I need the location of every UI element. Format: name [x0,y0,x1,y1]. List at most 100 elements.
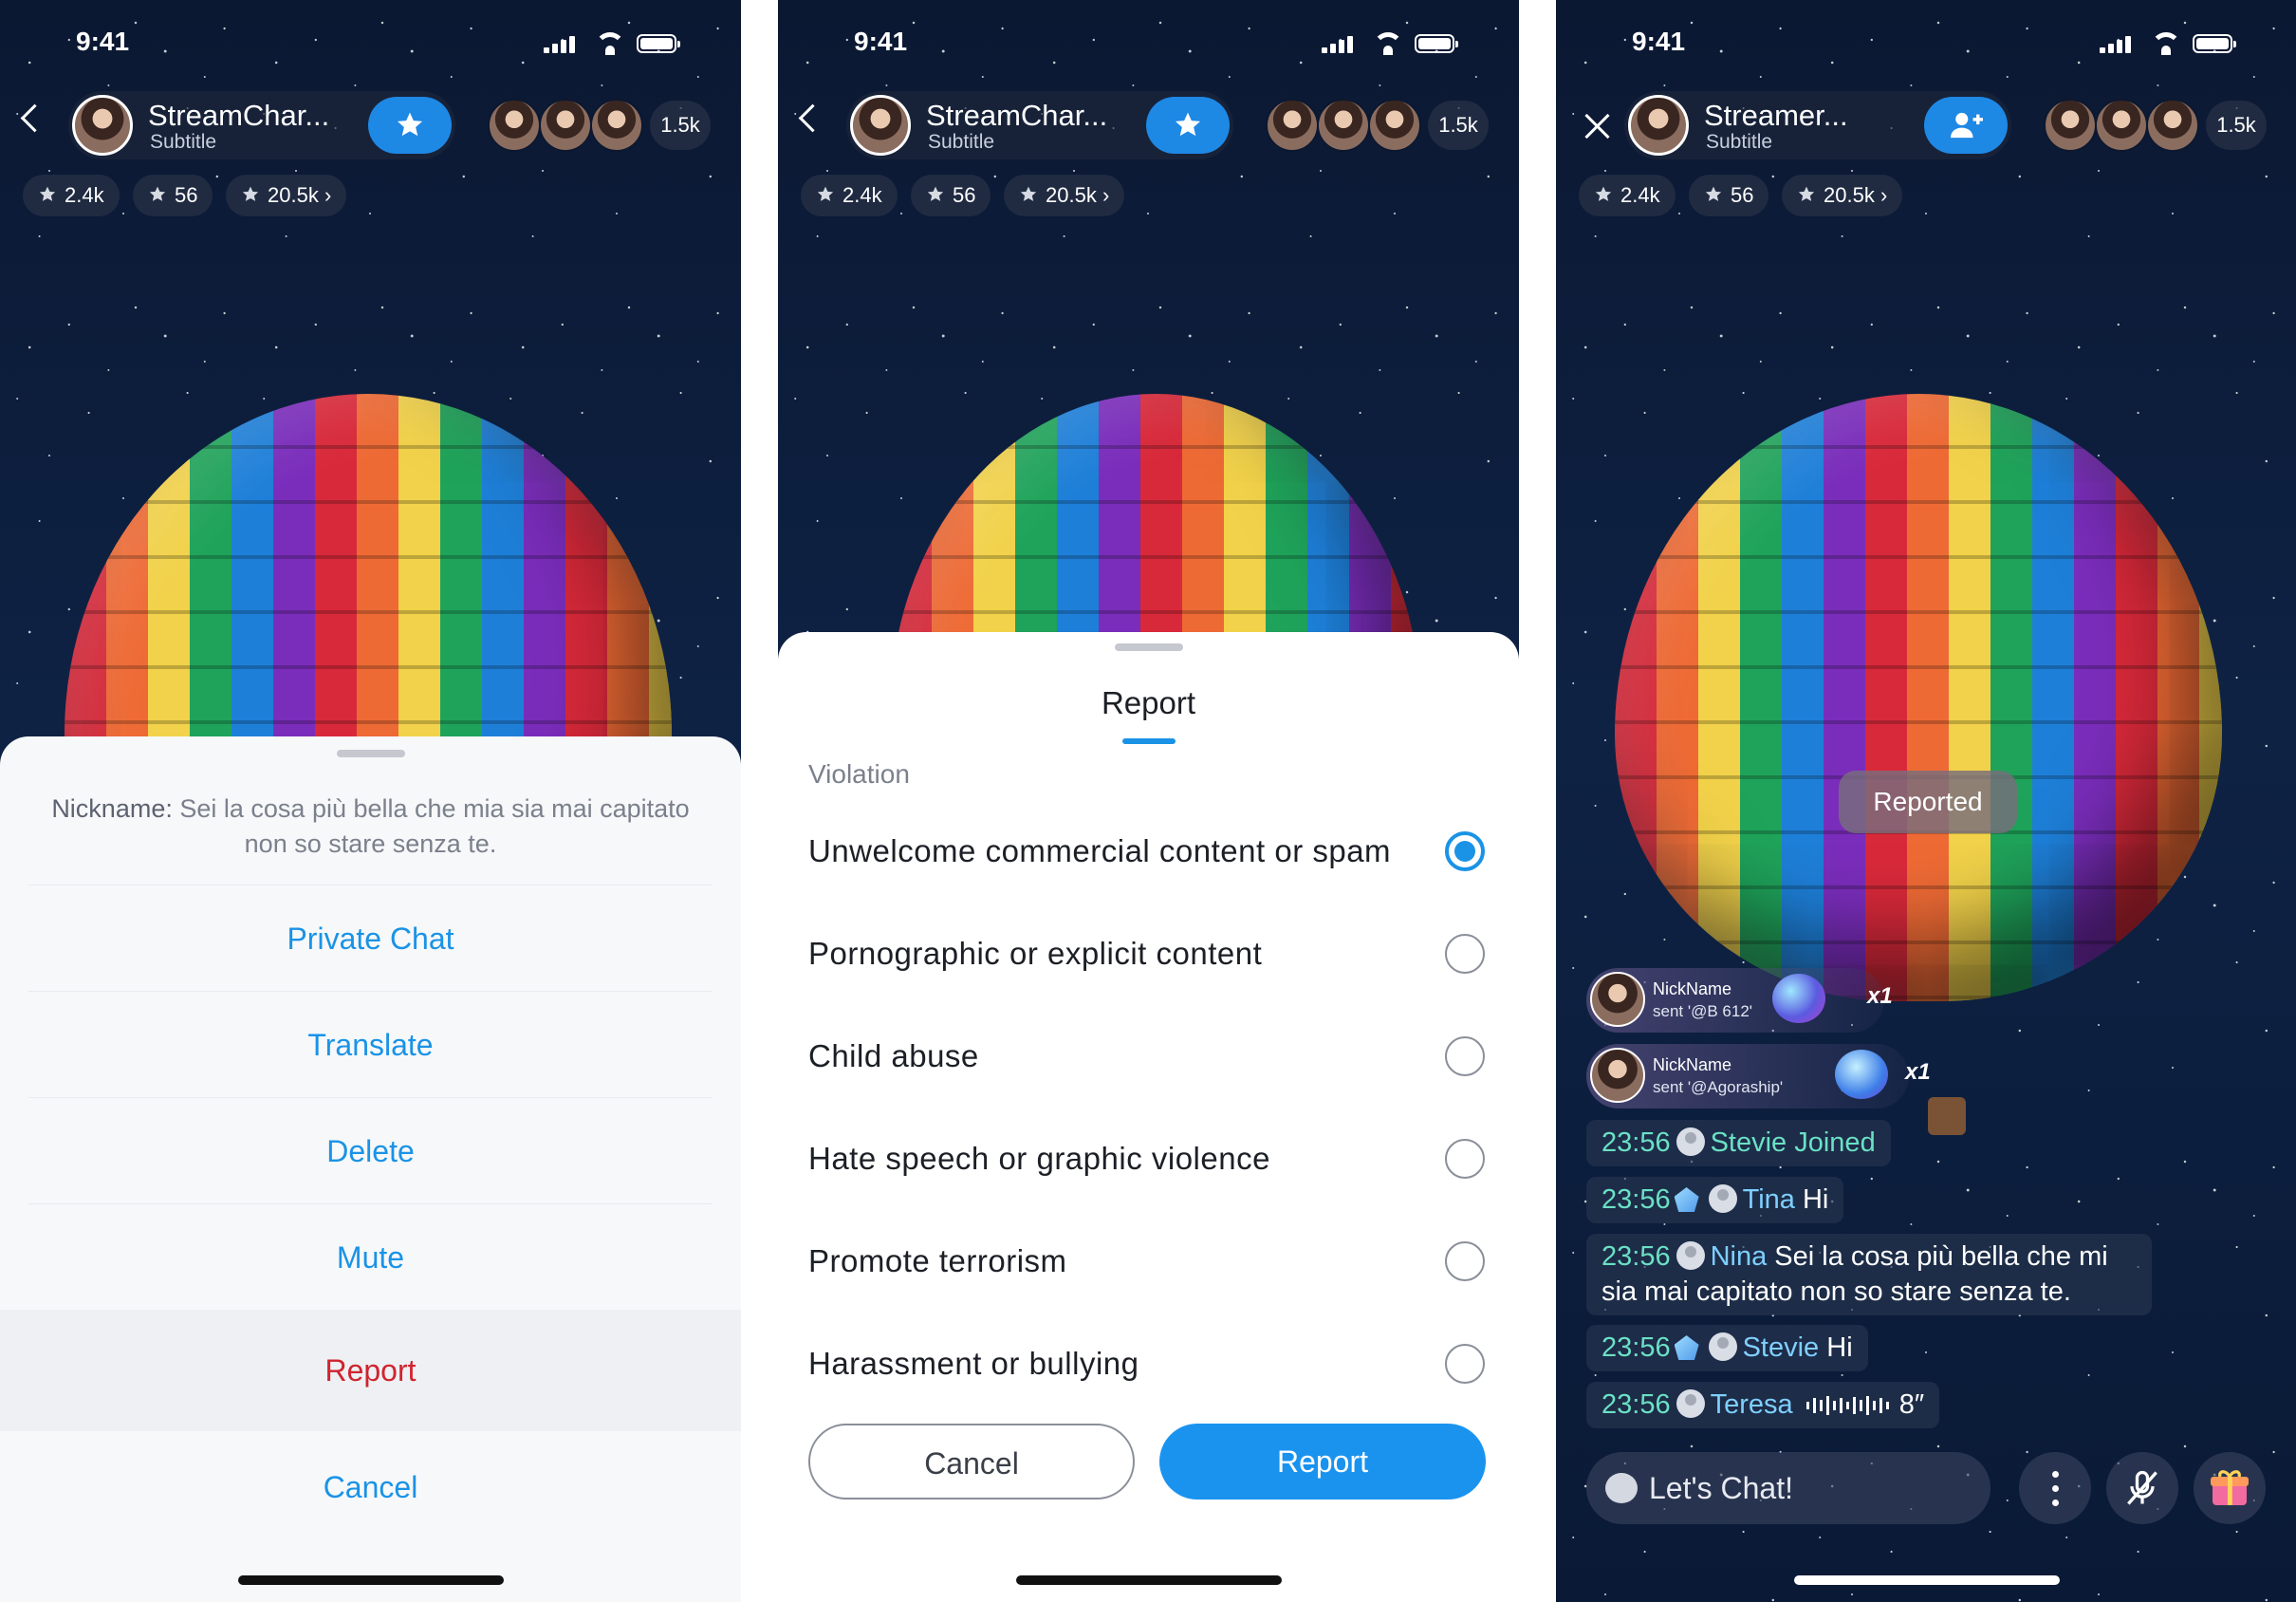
viewer-avatar [539,99,592,152]
follow-button[interactable] [368,97,452,154]
delete-button[interactable]: Delete [28,1097,713,1204]
viewer-count[interactable]: 1.5k [2206,101,2267,150]
viewer-count[interactable]: 1.5k [1428,101,1489,150]
viewer-avatar [2095,99,2148,152]
private-chat-button[interactable]: Private Chat [28,885,713,992]
stat-value: 56 [953,183,976,207]
gift-banner: NickName sent '@Agoraship' x1 [1586,1044,1931,1108]
host-name: Streamer... [1704,99,1848,132]
stat-pill: 56 [1689,175,1769,216]
viewer-avatar [2044,99,2097,152]
user-avatar-icon [1708,1184,1737,1213]
stat-pill: 2.4k [801,175,898,216]
cancel-button[interactable]: Cancel [808,1424,1135,1500]
chat-placeholder: Let's Chat! [1649,1471,1793,1505]
quote-text: Sei la cosa più bella che mia sia mai ca… [179,794,690,858]
home-indicator [237,1575,504,1585]
stat-pill: 2.4k [23,175,120,216]
voice-waveform-icon [1805,1396,1889,1415]
message-time: 23:56 [1602,1389,1671,1420]
host-subtitle: Subtitle [928,131,995,153]
mic-off-icon [2127,1470,2157,1505]
host-card[interactable]: StreamChar... Subtitle [68,91,455,159]
balloon-basket-image [1928,1097,1966,1135]
submit-report-button[interactable]: Report [1159,1424,1486,1500]
stat-value: 2.4k [1620,183,1660,207]
chat-message[interactable]: 23:56 Stevie Joined [1586,1120,1891,1166]
rocket-gift-icon [1835,1050,1888,1099]
report-option[interactable]: Harassment or bullying [808,1321,1485,1406]
stat-pill[interactable]: 20.5k › [226,175,347,216]
sheet-grabber[interactable] [336,750,405,757]
battery-icon [637,34,680,53]
viewer-avatars[interactable] [2044,99,2199,152]
voice-message[interactable]: 23:56 Teresa 8″ [1586,1382,1940,1428]
close-icon[interactable] [1583,112,1611,140]
hot-air-balloon-image [1615,394,2222,1001]
more-options-button[interactable] [2019,1452,2091,1524]
message-time: 23:56 [1602,1332,1671,1363]
translate-button[interactable]: Translate [28,991,713,1098]
wifi-icon [2151,32,2181,55]
host-card[interactable]: Streamer... Subtitle [1624,91,2011,159]
add-friend-button[interactable] [1924,97,2008,154]
battery-icon [2193,34,2236,53]
radio-selected-icon[interactable] [1445,831,1485,871]
phone-report-sheet: 9:41 StreamChar... Subtitle 1.5k 2.4k 56… [778,0,1519,1602]
stat-value: 20.5k [1824,183,1875,207]
viewer-avatars[interactable] [488,99,643,152]
message-sender: Tina [1742,1184,1795,1215]
chat-bubble-icon [1605,1473,1638,1503]
message-time: 23:56 [1602,1184,1671,1215]
report-option[interactable]: Promote terrorism [808,1219,1485,1304]
mic-muted-button[interactable] [2106,1452,2178,1524]
status-time: 9:41 [854,27,908,56]
chat-message[interactable]: 23:56 Stevie Hi [1586,1325,1868,1371]
report-button[interactable]: Report [0,1310,741,1431]
star-icon [817,186,834,201]
follow-button[interactable] [1146,97,1230,154]
star-icon [1705,186,1722,201]
radio-icon[interactable] [1445,1139,1485,1179]
radio-icon[interactable] [1445,1036,1485,1076]
stat-pill: 56 [133,175,213,216]
star-icon [927,186,944,201]
gift-button[interactable] [2194,1452,2266,1524]
dot [2052,1485,2059,1492]
host-card[interactable]: StreamChar... Subtitle [846,91,1233,159]
cancel-button[interactable]: Cancel [28,1431,713,1543]
level-badge-icon [1674,1187,1699,1212]
radio-icon[interactable] [1445,934,1485,974]
report-option[interactable]: Pornographic or explicit content [808,911,1485,997]
report-option[interactable]: Unwelcome commercial content or spam [808,809,1485,894]
user-avatar-icon [1676,1389,1705,1418]
radio-icon[interactable] [1445,1241,1485,1281]
host-avatar [850,95,911,156]
stat-pill[interactable]: 20.5k › [1782,175,1903,216]
gift-multiplier: x1 [1867,983,1893,1009]
viewer-avatars[interactable] [1266,99,1421,152]
chat-message[interactable]: 23:56 Tina Hi [1586,1177,1844,1223]
report-option[interactable]: Hate speech or graphic violence [808,1116,1485,1202]
chat-message[interactable]: 23:56 Nina Sei la cosa più bella che mi si… [1586,1234,2152,1315]
stat-pill[interactable]: 20.5k › [1004,175,1125,216]
status-time: 9:41 [1632,27,1686,56]
chat-input[interactable]: Let's Chat! [1586,1452,1990,1524]
gift-banner: NickName sent '@B 612' x1 [1586,968,1893,1033]
home-indicator [1793,1575,2060,1585]
host-name: StreamChar... [926,99,1108,132]
viewer-count[interactable]: 1.5k [650,101,711,150]
report-option[interactable]: Child abuse [808,1014,1485,1099]
gift-sent-text: sent '@B 612' [1653,1002,1753,1020]
star-icon [397,112,423,137]
host-avatar [1628,95,1689,156]
message-sender: Teresa [1710,1389,1793,1420]
radio-icon[interactable] [1445,1344,1485,1384]
quote-nickname: Nickname: [51,794,173,823]
sheet-grabber[interactable] [1114,643,1183,651]
option-label: Hate speech or graphic violence [808,1141,1270,1176]
host-name: StreamChar... [148,99,330,132]
message-sender: Stevie [1742,1332,1820,1363]
mute-button[interactable]: Mute [28,1203,713,1311]
option-label: Pornographic or explicit content [808,936,1263,971]
